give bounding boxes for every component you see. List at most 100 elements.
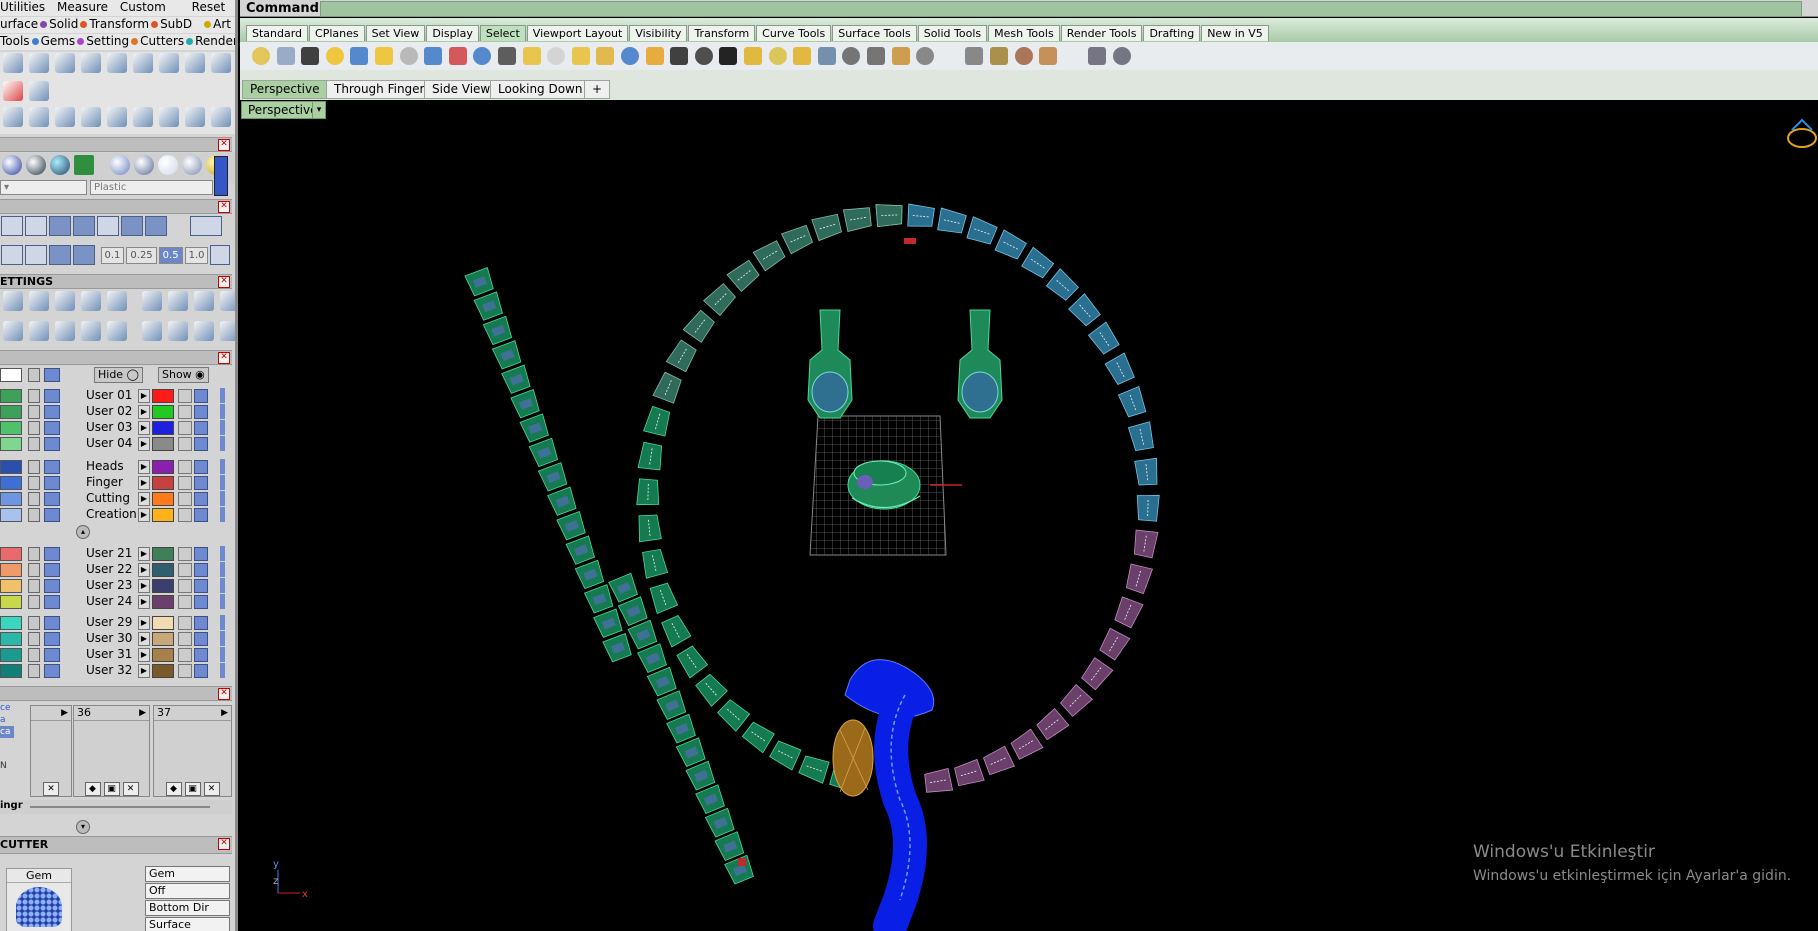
lock-icon[interactable] <box>28 632 40 646</box>
menu-subd[interactable]: SubD <box>160 17 192 31</box>
ring-segment[interactable] <box>1136 494 1160 522</box>
lock-icon[interactable] <box>178 476 192 490</box>
band-segment[interactable] <box>501 364 532 394</box>
mirror-tool-icon[interactable] <box>159 107 179 127</box>
lock-icon[interactable] <box>28 664 40 678</box>
tab-looking-down[interactable]: Looking Down <box>490 80 591 99</box>
document-icon[interactable] <box>55 291 75 311</box>
print-icon[interactable]: ▣ <box>103 782 120 796</box>
visible-icon[interactable] <box>194 492 208 506</box>
layer-display-color[interactable] <box>152 389 174 403</box>
cutter-direction-select[interactable]: Bottom Dir <box>145 900 230 916</box>
list-icon[interactable] <box>107 321 127 341</box>
ring-segment[interactable] <box>636 478 660 506</box>
lock-icon[interactable] <box>28 595 40 609</box>
lock-icon[interactable] <box>178 405 192 419</box>
tab-side-view[interactable]: Side View <box>424 80 499 99</box>
lock-icon[interactable] <box>28 476 40 490</box>
record-tool-icon[interactable] <box>3 81 23 101</box>
visible-icon[interactable] <box>44 405 60 419</box>
layer-row[interactable]: User 32 ▶ <box>0 663 228 678</box>
command-input[interactable] <box>320 1 1802 17</box>
lock-icon[interactable] <box>178 547 192 561</box>
menu-setting[interactable]: Setting <box>86 34 129 48</box>
orient-tool-icon[interactable] <box>185 107 205 127</box>
layer-expand-icon[interactable]: ▶ <box>138 632 150 646</box>
ring-segment[interactable] <box>923 768 954 794</box>
tab-surface-tools[interactable]: Surface Tools <box>832 25 917 41</box>
paste-tool-icon[interactable] <box>159 53 179 73</box>
menu-render[interactable]: Render <box>195 34 235 48</box>
select-loop-icon[interactable] <box>867 47 885 65</box>
lock-icon[interactable] <box>178 664 192 678</box>
menu-cutters[interactable]: Cutters <box>140 34 184 48</box>
band-segment[interactable] <box>473 291 504 321</box>
select-zoom-icon[interactable] <box>1088 47 1107 65</box>
ring-segment[interactable] <box>769 739 802 771</box>
close-icon[interactable]: ✕ <box>218 201 230 213</box>
lock-icon[interactable] <box>178 595 192 609</box>
layer-color-chip[interactable] <box>0 616 22 630</box>
select-surfaces-icon[interactable] <box>325 47 344 65</box>
select-chain-icon[interactable] <box>842 47 861 65</box>
layer-color-chip[interactable] <box>0 405 22 419</box>
visible-icon[interactable] <box>194 437 208 451</box>
lock-icon[interactable] <box>178 492 192 506</box>
lock-icon[interactable] <box>178 437 192 451</box>
layer-display-color[interactable] <box>152 476 174 490</box>
tab-solid-tools[interactable]: Solid Tools <box>917 25 988 41</box>
pencil-icon[interactable] <box>81 291 101 311</box>
layer-color-chip[interactable] <box>0 579 22 593</box>
band-segment[interactable] <box>491 340 522 370</box>
light-icon[interactable] <box>141 291 162 311</box>
band-segment[interactable] <box>617 596 649 626</box>
tab-drafting[interactable]: Drafting <box>1143 25 1201 41</box>
layer-row[interactable]: User 03 ▶ <box>0 420 228 435</box>
layer-expand-icon[interactable]: ▶ <box>138 563 150 577</box>
layer-color-chip[interactable] <box>0 632 22 646</box>
circle-tool-icon[interactable] <box>81 53 101 73</box>
menu-tools[interactable]: Tools <box>0 34 30 48</box>
visible-icon[interactable] <box>194 460 208 474</box>
close-icon[interactable]: ✕ <box>218 838 230 850</box>
select-meshes-icon[interactable] <box>424 47 443 65</box>
layer-display-color[interactable] <box>152 664 174 678</box>
ring-segment[interactable] <box>842 206 872 232</box>
tab-mesh-tools[interactable]: Mesh Tools <box>988 25 1060 41</box>
band-segment[interactable] <box>714 831 746 861</box>
visible-icon[interactable] <box>44 476 60 490</box>
layer-display-color[interactable] <box>152 563 174 577</box>
snap-tan-icon[interactable] <box>190 216 222 236</box>
delete-icon[interactable]: ✕ <box>43 782 59 796</box>
band-segment[interactable] <box>574 559 605 590</box>
visible-icon[interactable] <box>44 492 60 506</box>
frame-tool-icon[interactable] <box>133 107 153 127</box>
lock-icon[interactable] <box>28 460 40 474</box>
visible-icon[interactable] <box>194 389 208 403</box>
layer-row[interactable]: User 02 ▶ <box>0 404 228 419</box>
tab-through-finger[interactable]: Through Finger <box>326 80 433 99</box>
slot-1[interactable]: ▶ ✕ <box>30 705 72 797</box>
menu-reset[interactable]: Reset <box>192 0 226 14</box>
slot-scroll-bar[interactable]: ingr <box>0 800 232 814</box>
ring-segment[interactable] <box>1113 596 1144 629</box>
material-sphere-icon[interactable] <box>26 155 46 175</box>
brown-gem[interactable] <box>832 719 874 797</box>
render2-icon[interactable] <box>193 321 214 341</box>
lock-icon[interactable] <box>28 437 40 451</box>
layer-display-color[interactable] <box>152 648 174 662</box>
select-all-icon[interactable] <box>301 47 320 65</box>
snap-grid-icon[interactable] <box>49 245 71 265</box>
menu-utilities[interactable]: Utilities <box>0 0 45 14</box>
band-segment[interactable] <box>537 462 568 492</box>
select-curves-icon[interactable] <box>276 47 295 65</box>
target-tool-icon[interactable] <box>211 53 231 73</box>
lock-icon[interactable] <box>178 616 192 630</box>
distribute-tool-icon[interactable] <box>29 107 49 127</box>
menu-custom[interactable]: Custom <box>120 0 166 14</box>
visible-icon[interactable] <box>44 547 60 561</box>
align-tool-icon[interactable] <box>3 107 23 127</box>
lock-icon[interactable] <box>28 547 40 561</box>
select-brush-icon[interactable] <box>1039 47 1058 65</box>
visible-icon[interactable] <box>44 563 60 577</box>
